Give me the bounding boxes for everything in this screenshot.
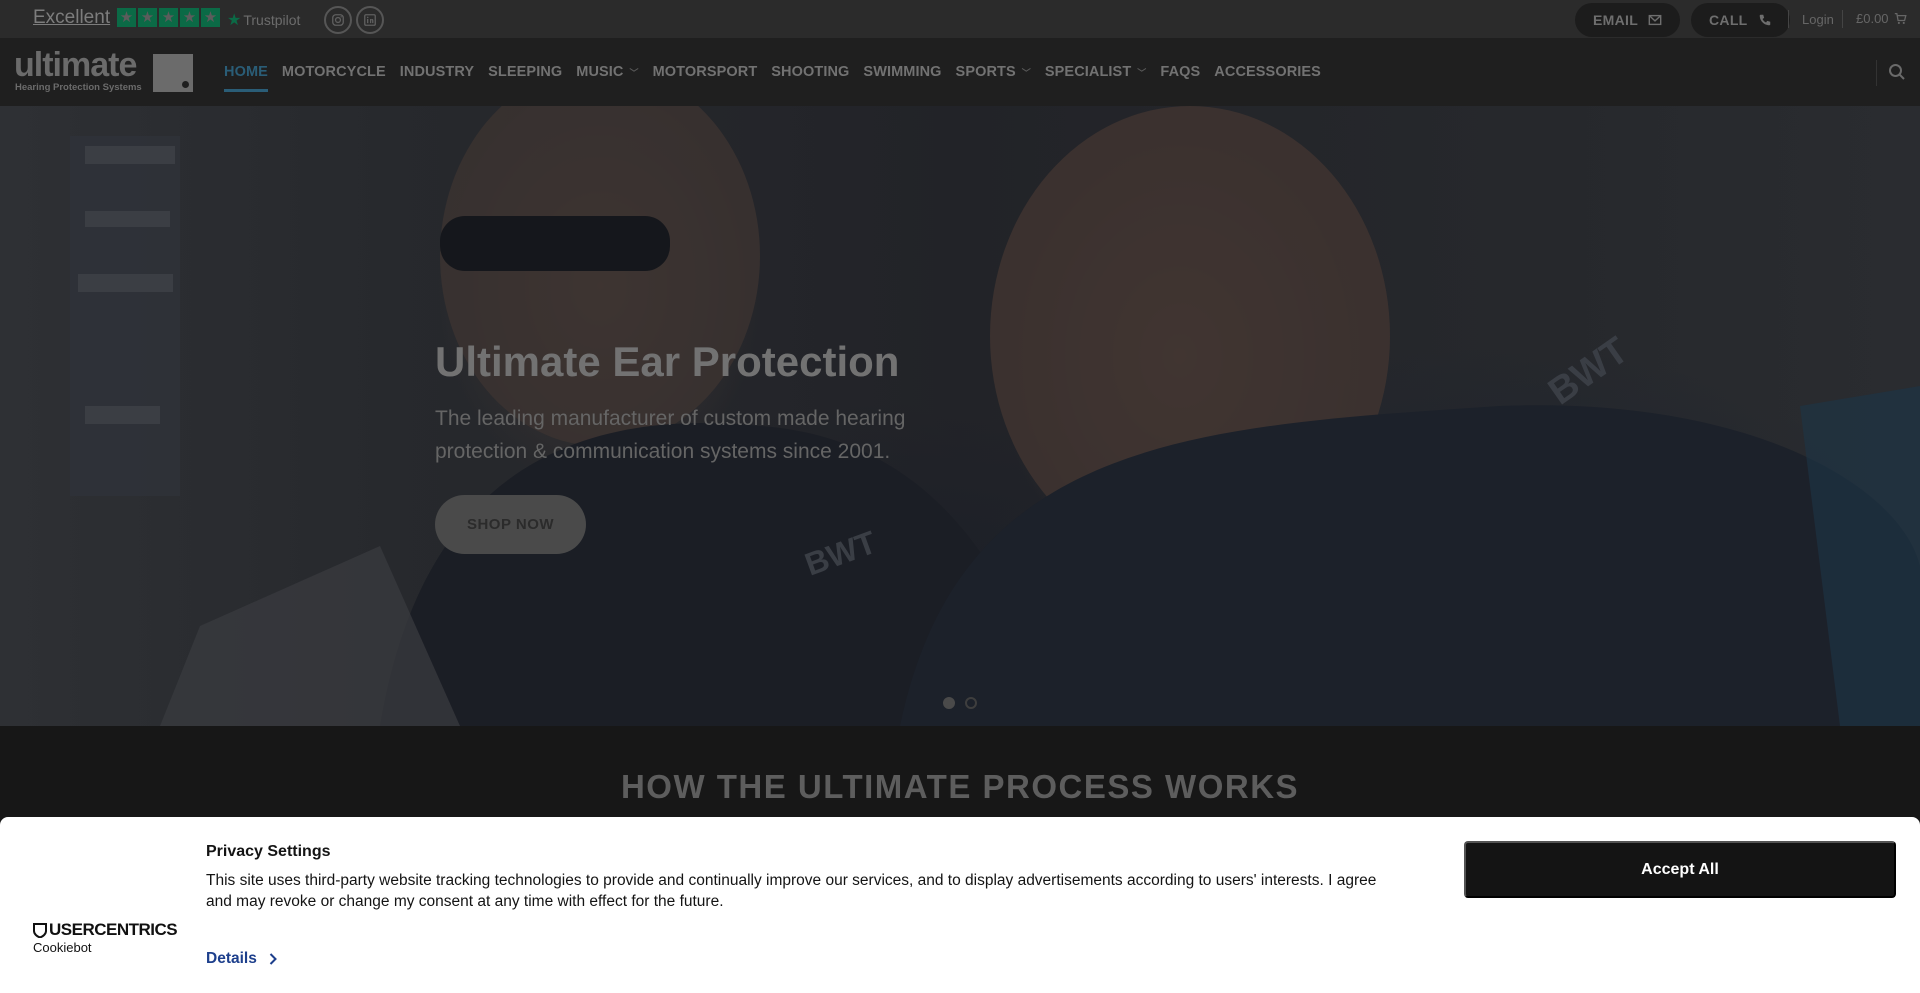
svg-text:BWT: BWT [1541, 329, 1636, 413]
usercentrics-wordmark: USERCENTRICS [33, 920, 178, 940]
nav-item-motorcycle[interactable]: MOTORCYCLE [282, 38, 386, 106]
email-label: EMAIL [1593, 12, 1639, 28]
main-header: ultimate Hearing Protection Systems HOME… [0, 38, 1920, 106]
nav-item-motorsport[interactable]: MOTORSPORT [653, 38, 758, 106]
instagram-icon [332, 14, 344, 26]
nav-item-industry[interactable]: INDUSTRY [400, 38, 474, 106]
shield-icon [33, 922, 47, 938]
hero-slider: BWT BWT Ultimate Ear Protection The lead… [0, 106, 1920, 726]
trustpilot-brand: Trustpilot [243, 12, 301, 28]
chevron-down-icon: ﹀ [1021, 67, 1031, 78]
nav-label: SLEEPING [488, 64, 563, 80]
trustpilot-logo[interactable]: ★ Trustpilot [227, 10, 300, 30]
search-icon[interactable] [1888, 63, 1906, 81]
details-label: Details [206, 950, 257, 967]
nav-label: ACCESSORIES [1214, 64, 1321, 80]
nav-label: SPORTS [955, 64, 1016, 80]
cookie-banner: USERCENTRICS Cookiebot Privacy Settings … [0, 817, 1920, 993]
star-icon: ★ [180, 8, 199, 27]
cookie-text: This site uses third-party website track… [206, 872, 1377, 910]
top-bar: Excellent ★ ★ ★ ★ ★ ★ Trustpilot EMAIL C… [0, 0, 1920, 38]
cookiebot-label: Cookiebot [33, 940, 92, 955]
chevron-down-icon: ﹀ [1137, 67, 1147, 78]
nav-label: FAQS [1160, 64, 1201, 80]
trustpilot-star-icon: ★ [227, 12, 242, 29]
chevron-down-icon: ﹀ [629, 67, 639, 78]
hero-title: Ultimate Ear Protection [435, 338, 900, 385]
nav-item-music[interactable]: MUSIC ﹀ [576, 38, 638, 106]
email-button[interactable]: EMAIL [1575, 3, 1681, 37]
nav-label: MOTORSPORT [652, 64, 758, 80]
star-icon: ★ [117, 8, 136, 27]
star-icon: ★ [201, 8, 220, 27]
nav-item-accessories[interactable]: ACCESSORIES [1214, 38, 1321, 106]
call-button[interactable]: CALL [1691, 3, 1790, 37]
slider-dot[interactable] [965, 697, 977, 709]
star-icon: ★ [138, 8, 157, 27]
nav-item-faqs[interactable]: FAQS [1160, 38, 1200, 106]
instagram-link[interactable] [324, 6, 352, 34]
accept-all-button[interactable]: Accept All [1464, 841, 1896, 898]
logo-mark [153, 54, 193, 92]
cart-link[interactable]: £0.00 [1856, 11, 1907, 26]
usercentrics-brand: USERCENTRICS [49, 920, 178, 939]
cart-icon [1894, 12, 1907, 25]
nav-item-sports[interactable]: SPORTS ﹀ [956, 38, 1031, 106]
nav-item-sleeping[interactable]: SLEEPING [488, 38, 562, 106]
slider-dot[interactable] [943, 697, 955, 709]
nav-item-home[interactable]: HOME [224, 38, 268, 106]
nav-label: SWIMMING [863, 64, 942, 80]
logo-tagline: Hearing Protection Systems [15, 82, 142, 93]
call-label: CALL [1709, 12, 1748, 28]
logo-wordmark: ultimate [14, 46, 137, 84]
usercentrics-logo: USERCENTRICS Cookiebot [33, 920, 178, 955]
slider-dots [943, 697, 977, 709]
cart-total: £0.00 [1856, 11, 1889, 26]
trustpilot-rating-link[interactable]: Excellent [33, 7, 110, 29]
nav-item-specialist[interactable]: SPECIALIST ﹀ [1045, 38, 1147, 106]
phone-icon [1759, 14, 1770, 26]
divider [1788, 10, 1789, 28]
chevron-right-icon [269, 953, 277, 965]
site-logo[interactable]: ultimate Hearing Protection Systems [14, 46, 194, 96]
nav-item-shooting[interactable]: SHOOTING [771, 38, 849, 106]
nav-label: SPECIALIST [1044, 64, 1132, 80]
trustpilot-stars[interactable]: ★ ★ ★ ★ ★ [117, 8, 220, 27]
divider [1842, 10, 1843, 28]
star-icon: ★ [159, 8, 178, 27]
nav-label: MUSIC [576, 64, 624, 80]
nav-label: HOME [224, 64, 268, 80]
cookie-title: Privacy Settings [206, 843, 331, 860]
envelope-icon [1648, 14, 1662, 26]
nav-label: MOTORCYCLE [281, 64, 386, 80]
nav-label: INDUSTRY [399, 64, 475, 80]
hero-subtitle: The leading manufacturer of custom made … [435, 407, 906, 463]
details-link[interactable]: Details [206, 950, 277, 968]
section-title: HOW THE ULTIMATE PROCESS WORKS [620, 768, 1300, 805]
divider [1876, 60, 1877, 86]
shop-now-button[interactable]: SHOP NOW [435, 495, 586, 554]
linkedin-icon [364, 14, 376, 26]
main-nav: HOME MOTORCYCLE INDUSTRY SLEEPING MUSIC ﹀… [224, 38, 1335, 106]
nav-item-swimming[interactable]: SWIMMING [863, 38, 941, 106]
login-link[interactable]: Login [1802, 12, 1834, 27]
linkedin-link[interactable] [356, 6, 384, 34]
nav-label: SHOOTING [771, 64, 850, 80]
